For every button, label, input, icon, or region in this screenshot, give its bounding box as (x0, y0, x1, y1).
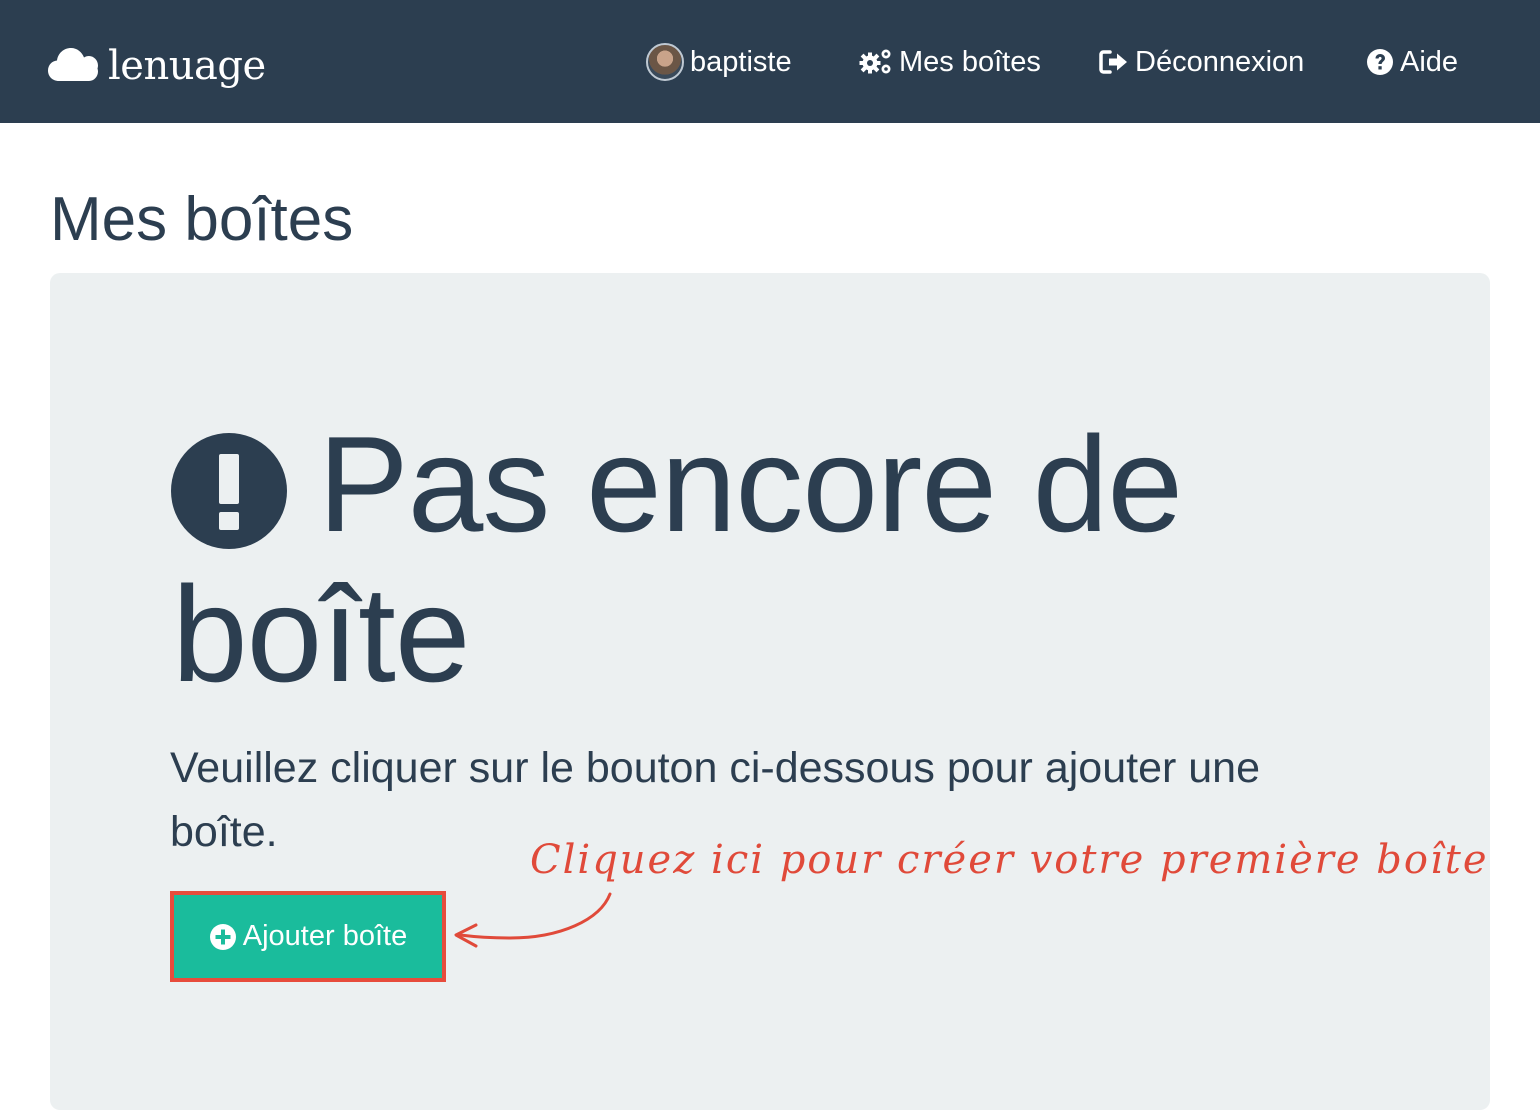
nav-aide[interactable]: Aide (1366, 38, 1458, 86)
nav-mes-boites-label: Mes boîtes (899, 45, 1041, 78)
brand-name: lenuage (108, 43, 266, 89)
nav-deconnexion[interactable]: Déconnexion (1099, 38, 1304, 86)
add-box-button[interactable]: Ajouter boîte (170, 891, 446, 982)
plus-circle-icon (209, 923, 236, 950)
nav-aide-label: Aide (1400, 45, 1459, 78)
sign-out-icon (1099, 50, 1127, 74)
empty-state-heading-line2: boîte (172, 558, 470, 710)
nav-user-label: baptiste (690, 45, 792, 78)
nav-deconnexion-label: Déconnexion (1135, 45, 1305, 78)
brand-link[interactable]: lenuage (48, 38, 266, 90)
navbar: lenuage baptiste Mes boîtes Déconnexion … (0, 0, 1540, 123)
avatar (646, 43, 684, 81)
nav-mes-boites[interactable]: Mes boîtes (859, 38, 1041, 86)
nav-user-baptiste[interactable]: baptiste (646, 38, 792, 86)
gears-icon (859, 49, 891, 74)
empty-state-heading-line1: Pas encore de (318, 408, 1183, 560)
add-box-button-label: Ajouter boîte (242, 920, 408, 952)
cloud-icon (48, 48, 98, 81)
page-title: Mes boîtes (50, 185, 354, 254)
exclamation-circle-icon (171, 433, 287, 549)
question-circle-icon (1367, 49, 1393, 75)
annotation-text: Cliquez ici pour créer votre première bo… (530, 837, 1489, 883)
annotation-arrow-icon (454, 892, 612, 948)
